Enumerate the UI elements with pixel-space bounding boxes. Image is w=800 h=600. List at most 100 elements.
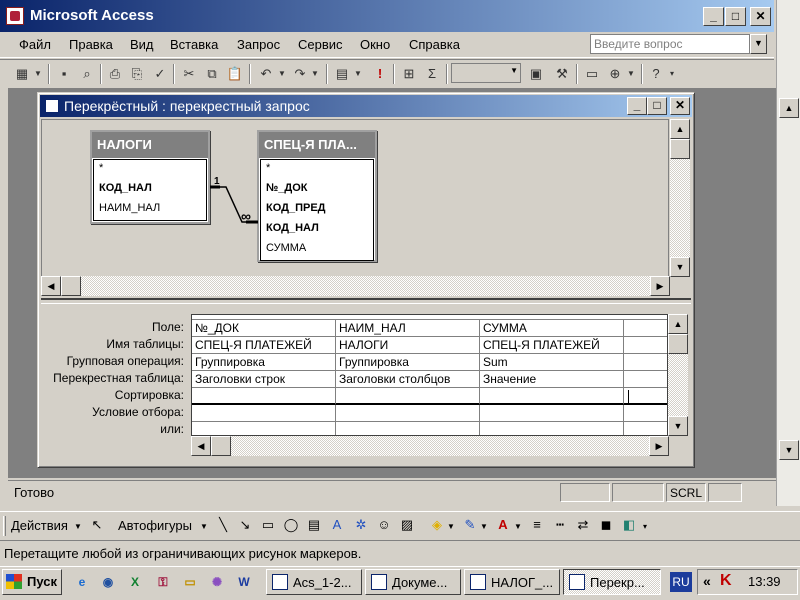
new-object-icon[interactable]: ⊕ xyxy=(605,64,625,84)
line-color-icon[interactable]: ✎ xyxy=(461,516,479,534)
undo-icon[interactable]: ↶ xyxy=(256,64,276,84)
field-item[interactable]: НАИМ_НАЛ xyxy=(94,200,206,220)
table-pane-horizontal-scrollbar[interactable]: ◀ ▶ xyxy=(41,276,670,296)
grid-cell[interactable]: Sum xyxy=(480,354,624,371)
grid-cell[interactable] xyxy=(624,337,667,354)
table-pane-vertical-scrollbar[interactable]: ▲ ▼ xyxy=(670,119,690,277)
expand-tray-icon[interactable]: « xyxy=(703,573,711,589)
chevron-down-icon[interactable]: ▼ xyxy=(276,64,288,84)
menu-edit[interactable]: Правка xyxy=(69,37,113,52)
oval-icon[interactable]: ◯ xyxy=(282,516,300,534)
grid-cell[interactable] xyxy=(480,422,624,435)
scroll-left-icon[interactable]: ◀ xyxy=(191,436,211,456)
run-icon[interactable]: ! xyxy=(370,64,390,84)
maximize-icon[interactable]: □ xyxy=(647,97,667,115)
menu-tools[interactable]: Сервис xyxy=(298,37,343,52)
text-box-icon[interactable]: ▤ xyxy=(305,516,323,534)
scroll-thumb[interactable] xyxy=(211,436,231,456)
actions-menu[interactable]: Действия xyxy=(11,518,68,533)
close-icon[interactable]: ✕ xyxy=(670,97,690,115)
totals-icon[interactable]: Σ xyxy=(422,64,442,84)
menu-query[interactable]: Запрос xyxy=(237,37,280,52)
fill-color-icon[interactable]: ◈ xyxy=(428,516,446,534)
toolbar-options-icon[interactable]: ▾ xyxy=(666,64,678,84)
minimize-icon[interactable]: _ xyxy=(703,7,724,26)
outlook-icon[interactable]: ◉ xyxy=(98,572,118,592)
scroll-thumb[interactable] xyxy=(61,276,81,296)
clip-art-icon[interactable]: ☺ xyxy=(375,516,393,534)
grid-cell[interactable]: СПЕЦ-Я ПЛАТЕЖЕЙ xyxy=(480,337,624,354)
chevron-down-icon[interactable]: ▼ xyxy=(74,522,82,531)
chevron-down-icon[interactable]: ▼ xyxy=(32,64,44,84)
access-icon[interactable]: ⚿ xyxy=(153,572,173,592)
scroll-up-icon[interactable]: ▲ xyxy=(670,119,690,139)
scroll-down-icon[interactable]: ▼ xyxy=(779,440,799,460)
grid-cell[interactable] xyxy=(336,388,480,405)
redo-icon[interactable]: ↷ xyxy=(290,64,310,84)
show-table-icon[interactable]: ⊞ xyxy=(399,64,419,84)
taskbar-item[interactable]: Докуме... xyxy=(365,569,461,595)
chevron-down-icon[interactable]: ▼ xyxy=(309,64,321,84)
grid-cell[interactable] xyxy=(480,405,624,422)
print-preview-icon[interactable]: ⎘ xyxy=(127,64,147,84)
grid-cell[interactable] xyxy=(624,422,667,435)
menu-insert[interactable]: Вставка xyxy=(170,37,218,52)
grid-cell[interactable] xyxy=(192,388,336,405)
grid-cell[interactable]: СУММА xyxy=(480,320,624,337)
scroll-down-icon[interactable]: ▼ xyxy=(670,257,690,277)
chevron-down-icon[interactable]: ▼ xyxy=(625,64,637,84)
field-item[interactable]: СУММА xyxy=(261,240,373,260)
arrow-icon[interactable]: ↘ xyxy=(236,516,254,534)
rectangle-icon[interactable]: ▭ xyxy=(259,516,277,534)
grid-cell[interactable] xyxy=(624,371,667,388)
table-field-list[interactable]: НАЛОГИ * КОД_НАЛ НАИМ_НАЛ xyxy=(90,130,210,224)
scroll-left-icon[interactable]: ◀ xyxy=(41,276,61,296)
arrow-style-icon[interactable]: ⇄ xyxy=(574,516,592,534)
chevron-down-icon[interactable]: ▼ xyxy=(750,34,767,54)
shadow-style-icon[interactable]: ◼ xyxy=(597,516,615,534)
dash-style-icon[interactable]: ┅ xyxy=(551,516,569,534)
spelling-icon[interactable]: ✓ xyxy=(150,64,170,84)
menu-help[interactable]: Справка xyxy=(409,37,460,52)
save-icon[interactable]: ▪ xyxy=(54,64,74,84)
grid-horizontal-scrollbar[interactable]: ◀ ▶ xyxy=(191,436,669,456)
minimize-icon[interactable]: _ xyxy=(627,97,647,115)
menu-file[interactable]: Файл xyxy=(19,37,51,52)
grid-cell[interactable]: Заголовки столбцов xyxy=(336,371,480,388)
scroll-up-icon[interactable]: ▲ xyxy=(779,98,799,118)
grid-cell[interactable] xyxy=(192,422,336,435)
scroll-down-icon[interactable]: ▼ xyxy=(668,416,688,436)
grid-vertical-scrollbar[interactable]: ▲ ▼ xyxy=(668,314,688,436)
grid-cell[interactable] xyxy=(624,320,667,337)
scroll-right-icon[interactable]: ▶ xyxy=(649,436,669,456)
cut-icon[interactable]: ✂ xyxy=(179,64,199,84)
qbe-grid[interactable]: №_ДОК СПЕЦ-Я ПЛАТЕЖЕЙ Группировка Заголо… xyxy=(191,314,668,436)
scroll-up-icon[interactable]: ▲ xyxy=(668,314,688,334)
word-icon[interactable]: W xyxy=(234,572,254,592)
grid-cell[interactable] xyxy=(624,354,667,371)
print-icon[interactable]: ⎙ xyxy=(105,64,125,84)
database-window-icon[interactable]: ▭ xyxy=(582,64,602,84)
excel-icon[interactable]: X xyxy=(125,572,145,592)
close-icon[interactable]: ✕ xyxy=(750,7,771,26)
picture-icon[interactable]: ▨ xyxy=(398,516,416,534)
taskbar-item[interactable]: Acs_1-2... xyxy=(266,569,362,595)
diagram-icon[interactable]: ✲ xyxy=(352,516,370,534)
3d-style-icon[interactable]: ◧ xyxy=(620,516,638,534)
query-icon[interactable] xyxy=(45,99,59,113)
clock[interactable]: 13:39 xyxy=(748,574,781,589)
grid-cell[interactable]: №_ДОК xyxy=(192,320,336,337)
field-item[interactable]: КОД_НАЛ xyxy=(261,220,373,240)
paste-icon[interactable]: 📋 xyxy=(225,64,245,84)
field-item[interactable]: №_ДОК xyxy=(261,180,373,200)
top-values-combo[interactable]: ▼ xyxy=(451,63,521,83)
field-item[interactable]: КОД_ПРЕД xyxy=(261,200,373,220)
grid-cell[interactable]: СПЕЦ-Я ПЛАТЕЖЕЙ xyxy=(192,337,336,354)
taskbar-item-active[interactable]: Перекр... xyxy=(563,569,661,595)
grid-cell[interactable]: Значение xyxy=(480,371,624,388)
font-color-icon[interactable]: A xyxy=(494,516,512,534)
taskbar-item[interactable]: НАЛОГ_... xyxy=(464,569,560,595)
internet-explorer-icon[interactable]: e xyxy=(72,572,92,592)
grid-cell[interactable]: Заголовки строк xyxy=(192,371,336,388)
grid-cell[interactable]: НАЛОГИ xyxy=(336,337,480,354)
